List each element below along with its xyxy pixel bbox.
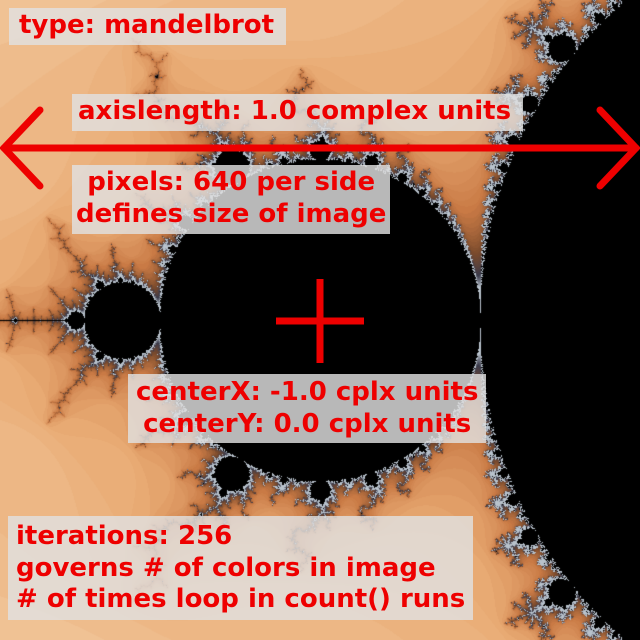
pixels-label: pixels: 640 per side defines size of ima… (72, 165, 391, 235)
fractal-diagram: type: mandelbrot axislength: 1.0 complex… (0, 0, 640, 640)
iterations-colors-text: governs # of colors in image (16, 552, 436, 583)
pixels-text: pixels: 640 per side (87, 167, 376, 197)
type-label: type: mandelbrot (9, 8, 287, 45)
iterations-label: iterations: 256 governs # of colors in i… (8, 516, 474, 621)
center-label: centerX: -1.0 cplx units centerY: 0.0 cp… (128, 374, 487, 444)
pixels-description: defines size of image (76, 198, 387, 229)
type-text: type: mandelbrot (19, 10, 275, 40)
center-crosshair (276, 279, 364, 363)
centery-text: centerY: 0.0 cplx units (143, 408, 472, 439)
iterations-text: iterations: 256 (16, 521, 233, 551)
centerx-text: centerX: -1.0 cplx units (136, 377, 479, 407)
axislength-text: axislength: 1.0 complex units (78, 96, 512, 126)
axislength-label: axislength: 1.0 complex units (72, 94, 524, 131)
iterations-loop-text: # of times loop in count() runs (16, 584, 466, 615)
